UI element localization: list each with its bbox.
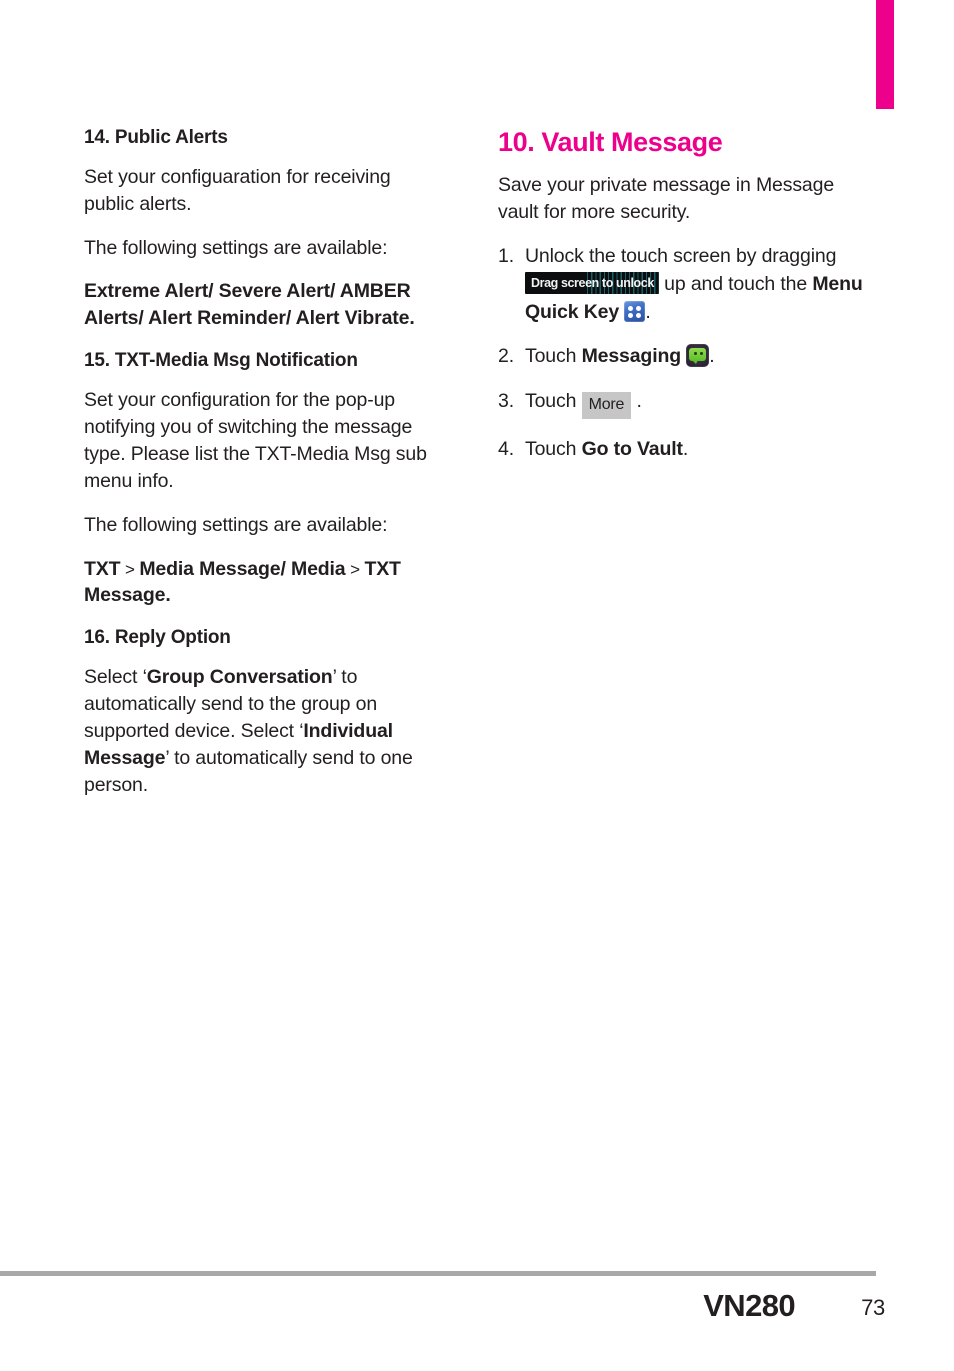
chapter-title-vault-message: 10. Vault Message: [498, 127, 723, 157]
step-item-4: 4. Touch Go to Vault.: [498, 436, 866, 464]
vault-message-steps: 1. Unlock the touch screen by dragging Dr…: [498, 243, 866, 463]
step-1-mid-text: up and touch the: [658, 272, 813, 295]
step-item-3: 3. Touch More .: [498, 388, 866, 419]
right-column: 10. Vault Message Save your private mess…: [498, 126, 866, 481]
unlock-bar-label: Drag screen to unlock: [531, 275, 654, 290]
section-14-paragraph-2: The following settings are available:: [84, 236, 388, 259]
section-14-paragraph-1: Set your configuaration for receiving pu…: [84, 165, 391, 215]
page-footer: VN280 73: [0, 1288, 910, 1332]
section-title-txt-media-msg-notification: 15. TXT-Media Msg Notification: [84, 350, 358, 372]
reply-option-group-conversation: Group Conversation: [146, 666, 333, 689]
footer-divider: [0, 1271, 876, 1276]
more-button[interactable]: More: [581, 391, 632, 419]
path-part-txt: TXT: [84, 557, 121, 580]
section-15-paragraph-2: The following settings are available:: [84, 513, 388, 536]
step-item-2: 2. Touch Messaging .: [498, 343, 866, 371]
reply-lead-text: Select ‘: [84, 666, 147, 689]
chapter-tab-marker: [876, 0, 894, 109]
step-number-4: 4.: [498, 437, 514, 460]
step-1-post-text: .: [645, 300, 651, 323]
section-15-paragraph-1: Set your configuration for the pop-up no…: [84, 389, 427, 492]
bubble-eye-left: [694, 352, 697, 355]
step-3-post-text: .: [636, 389, 642, 412]
messaging-icon[interactable]: [686, 344, 710, 368]
step-4-post-text: .: [682, 437, 689, 460]
step-2-pre-text: Touch: [525, 345, 582, 368]
messaging-label: Messaging: [581, 345, 682, 368]
step-1-pre-text: Unlock the touch screen by dragging: [525, 245, 837, 268]
speech-bubble-shape: [689, 348, 707, 365]
menu-quick-key-icon[interactable]: [624, 300, 646, 322]
path-part-media-message: Media Message/ Media: [139, 557, 346, 580]
step-3-pre-text: Touch: [525, 389, 582, 412]
vault-message-intro: Save your private message in Message vau…: [498, 174, 835, 224]
section-14-settings-list: Extreme Alert/ Severe Alert/ AMBER Alert…: [84, 280, 415, 330]
step-number-1: 1.: [498, 245, 514, 268]
section-title-public-alerts: 14. Public Alerts: [84, 127, 228, 148]
page-number: 73: [861, 1295, 885, 1320]
section-title-reply-option: 16. Reply Option: [84, 627, 231, 649]
step-item-1: 1. Unlock the touch screen by dragging Dr…: [498, 243, 866, 326]
step-number-2: 2.: [498, 345, 514, 368]
bubble-eye-right: [700, 352, 703, 355]
device-model-name: VN280: [703, 1288, 795, 1323]
path-separator-1: >: [120, 559, 140, 579]
step-number-3: 3.: [498, 389, 514, 412]
step-4-pre-text: Touch: [525, 437, 582, 460]
manual-page: 14. Public Alerts Set your configuaratio…: [0, 0, 954, 1371]
go-to-vault-label: Go to Vault: [581, 437, 683, 460]
drag-screen-to-unlock-bar[interactable]: Drag screen to unlock: [525, 271, 659, 294]
path-separator-2: >: [345, 559, 365, 579]
left-column: 14. Public Alerts Set your configuaratio…: [84, 126, 444, 816]
section-15-settings-path: TXT > Media Message/ Media > TXT Message…: [84, 556, 444, 610]
step-2-post-text: .: [709, 345, 715, 368]
section-16-paragraph: Select ‘Group Conversation’ to automatic…: [84, 664, 444, 799]
